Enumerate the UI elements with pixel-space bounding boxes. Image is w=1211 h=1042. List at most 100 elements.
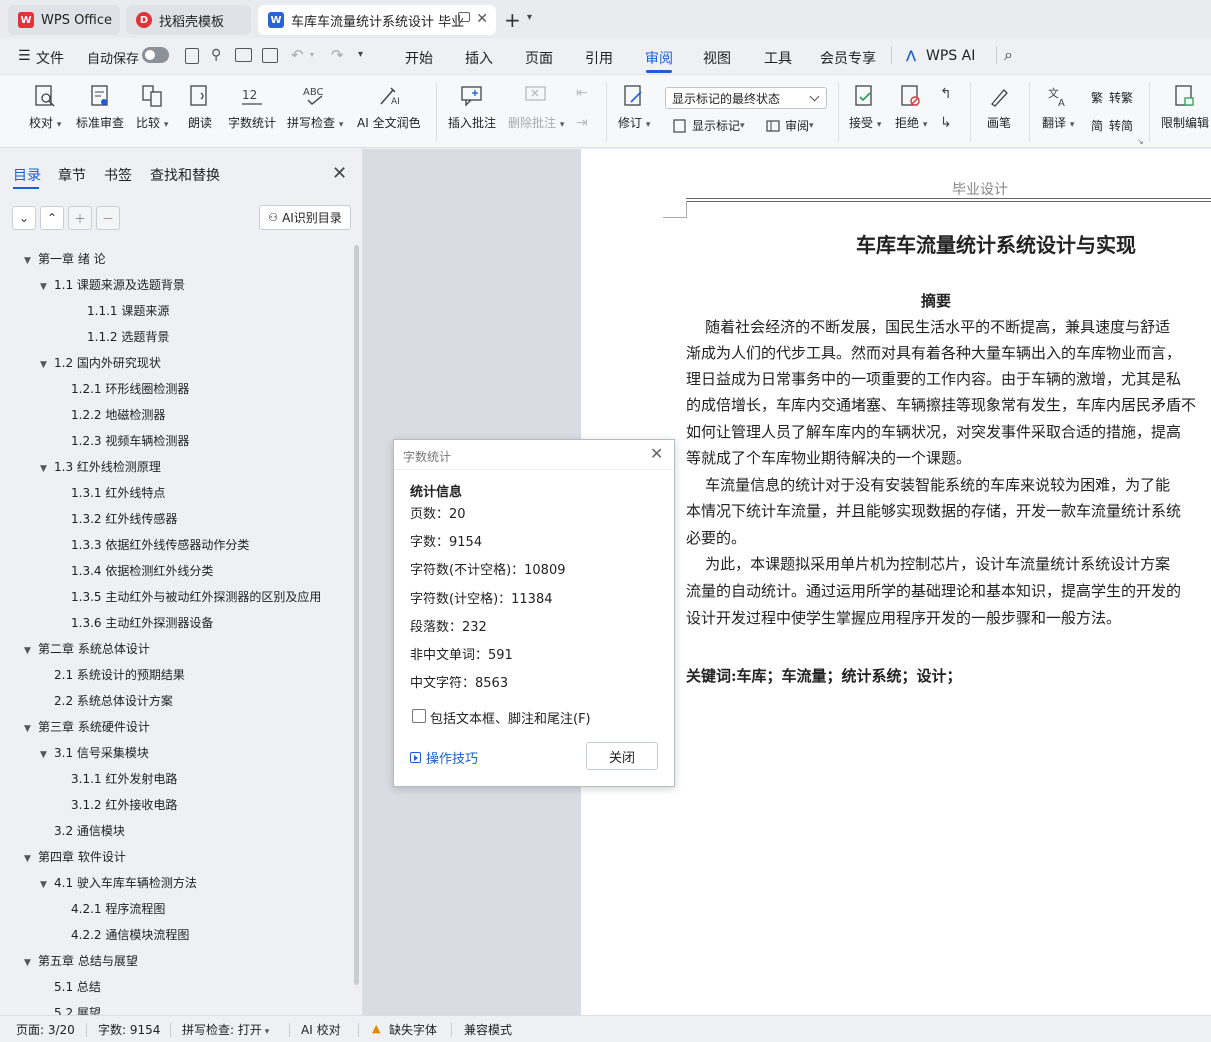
- close-button[interactable]: 关闭: [586, 742, 658, 770]
- include-textbox-label[interactable]: 包括文本框、脚注和尾注(F): [430, 708, 591, 727]
- nav-tab-toc[interactable]: 目录: [13, 165, 41, 185]
- to-simplified-button[interactable]: 简 转简: [1089, 117, 1133, 134]
- group-expand-icon[interactable]: ↘: [1137, 137, 1144, 146]
- toc-scrollbar[interactable]: [354, 245, 359, 985]
- tips-link[interactable]: 操作技巧: [410, 748, 478, 767]
- status-ai-proof[interactable]: AI 校对: [301, 1021, 341, 1038]
- toc-item[interactable]: 3.1.1 红外发射电路: [57, 769, 177, 789]
- ai-toc-button[interactable]: ⚇ AI识别目录: [259, 205, 351, 230]
- reject-button[interactable]: 拒绝: [895, 83, 927, 131]
- menu-file[interactable]: 文件: [36, 48, 64, 68]
- toc-item[interactable]: ▼ 第三章 系统硬件设计: [24, 717, 150, 737]
- review-pane-button[interactable]: 审阅: [765, 117, 814, 134]
- toc-item[interactable]: 1.1.2 选题背景: [73, 327, 169, 347]
- toc-item[interactable]: ▼ 4.1 驶入车库车辆检测方法: [40, 873, 197, 893]
- dialog-titlebar[interactable]: 字数统计 ✕: [394, 440, 674, 470]
- share-icon[interactable]: ⚲: [211, 47, 221, 63]
- print-icon[interactable]: [235, 48, 252, 62]
- track-changes-button[interactable]: 修订: [618, 83, 650, 131]
- nav-tab-find-replace[interactable]: 查找和替换: [150, 165, 220, 185]
- menu-tab-page[interactable]: 页面: [525, 48, 553, 68]
- standard-review-button[interactable]: 标准审查: [76, 83, 124, 131]
- nav-tab-bookmarks[interactable]: 书签: [104, 165, 132, 185]
- redo-icon[interactable]: ↷: [331, 46, 344, 64]
- hamburger-icon[interactable]: ☰: [18, 48, 31, 64]
- toc-item[interactable]: ▼ 第一章 绪 论: [24, 249, 106, 269]
- spell-check-button[interactable]: ABC 拼写检查: [287, 83, 343, 131]
- menu-tab-member[interactable]: 会员专享: [820, 48, 876, 68]
- menu-tab-review[interactable]: 审阅: [645, 48, 673, 68]
- toc-item[interactable]: ▼ 第四章 软件设计: [24, 847, 126, 867]
- close-panel-icon[interactable]: ✕: [332, 163, 347, 184]
- nav-tab-sections[interactable]: 章节: [58, 165, 86, 185]
- previous-change-icon[interactable]: ↰: [940, 86, 952, 102]
- toc-item[interactable]: 1.3.5 主动红外与被动红外探测器的区别及应用: [57, 587, 321, 607]
- toc-item[interactable]: 3.1.2 红外接收电路: [57, 795, 177, 815]
- search-icon[interactable]: ⌕: [1004, 45, 1013, 65]
- toc-item[interactable]: ▼ 第五章 总结与展望: [24, 951, 138, 971]
- to-traditional-button[interactable]: 繁 转繁: [1089, 89, 1133, 106]
- ai-polish-button[interactable]: AI AI 全文润色: [357, 83, 421, 131]
- undo-dropdown-icon[interactable]: ▾: [310, 50, 314, 59]
- toc-item[interactable]: ▼ 1.3 红外线检测原理: [40, 457, 161, 477]
- proofread-button[interactable]: 校对: [29, 83, 61, 131]
- tab-list-chevron-icon[interactable]: ▾: [527, 12, 532, 23]
- status-page[interactable]: 页面: 3/20: [16, 1021, 75, 1038]
- translate-button[interactable]: 文A 翻译: [1042, 83, 1074, 131]
- toc-item[interactable]: 4.2.1 程序流程图: [57, 899, 165, 919]
- menu-wps-ai[interactable]: WPS AI: [926, 48, 975, 64]
- toc-item[interactable]: ▼ 第二章 系统总体设计: [24, 639, 150, 659]
- expand-triangle-icon[interactable]: ▼: [40, 875, 54, 895]
- new-tab-button[interactable]: +: [504, 8, 521, 32]
- toc-item[interactable]: 5.1 总结: [40, 977, 101, 997]
- status-missing-font[interactable]: 缺失字体: [389, 1021, 437, 1038]
- save-icon[interactable]: [185, 48, 199, 64]
- next-comment-icon[interactable]: ⇥: [576, 115, 588, 131]
- more-chevron-icon[interactable]: ▾: [358, 49, 363, 60]
- menu-tab-home[interactable]: 开始: [405, 48, 433, 68]
- remove-toc-button[interactable]: －: [96, 206, 120, 230]
- toc-item[interactable]: 2.1 系统设计的预期结果: [40, 665, 185, 685]
- toc-item[interactable]: 1.3.4 依据检测红外线分类: [57, 561, 213, 581]
- menu-tab-references[interactable]: 引用: [585, 48, 613, 68]
- show-markup-button[interactable]: 显示标记: [672, 117, 745, 134]
- tab-document[interactable]: W 车库车流量统计系统设计 毕业 ✕: [258, 5, 496, 35]
- menu-tab-insert[interactable]: 插入: [465, 48, 493, 68]
- expand-triangle-icon[interactable]: ▼: [24, 719, 38, 739]
- toc-item[interactable]: 1.3.1 红外线特点: [57, 483, 165, 503]
- expand-triangle-icon[interactable]: ▼: [40, 459, 54, 479]
- tab-docer-template[interactable]: D 找稻壳模板: [126, 5, 251, 35]
- expand-triangle-icon[interactable]: ▼: [24, 251, 38, 271]
- toc-item[interactable]: ▼ 1.1 课题来源及选题背景: [40, 275, 185, 295]
- read-aloud-button[interactable]: 朗读: [187, 83, 213, 131]
- toc-item[interactable]: 5.2 展望: [40, 1003, 101, 1015]
- monitor-icon[interactable]: [458, 12, 470, 22]
- collapse-up-button[interactable]: ⌃: [40, 206, 64, 230]
- document-page[interactable]: 毕业设计 车库车流量统计系统设计与实现 摘要 随着社会经济的不断发展，国民生活水…: [581, 149, 1211, 1015]
- expand-triangle-icon[interactable]: ▼: [24, 641, 38, 661]
- toc-item[interactable]: 1.1.1 课题来源: [73, 301, 169, 321]
- expand-triangle-icon[interactable]: ▼: [40, 355, 54, 375]
- markup-display-select[interactable]: 显示标记的最终状态: [665, 87, 827, 109]
- toc-item[interactable]: ▼ 1.2 国内外研究现状: [40, 353, 161, 373]
- expand-triangle-icon[interactable]: ▼: [40, 277, 54, 297]
- toc-item[interactable]: 1.2.2 地磁检测器: [57, 405, 165, 425]
- undo-icon[interactable]: ↶: [291, 46, 304, 64]
- insert-comment-button[interactable]: 插入批注: [448, 83, 496, 131]
- close-tab-icon[interactable]: ✕: [476, 11, 488, 27]
- add-toc-button[interactable]: ＋: [68, 206, 92, 230]
- next-change-icon[interactable]: ↳: [940, 115, 952, 131]
- autosave-toggle[interactable]: [142, 47, 169, 63]
- dialog-close-icon[interactable]: ✕: [650, 444, 663, 463]
- print-preview-icon[interactable]: [262, 48, 278, 63]
- word-count-button[interactable]: 12 字数统计: [228, 83, 276, 131]
- toc-item[interactable]: ▼ 3.1 信号采集模块: [40, 743, 149, 763]
- include-textbox-checkbox[interactable]: [412, 709, 426, 723]
- toc-item[interactable]: 1.3.6 主动红外探测器设备: [57, 613, 213, 633]
- toc-item[interactable]: 1.3.2 红外线传感器: [57, 509, 177, 529]
- toc-item[interactable]: 3.2 通信模块: [40, 821, 125, 841]
- toc-item[interactable]: 2.2 系统总体设计方案: [40, 691, 173, 711]
- accept-button[interactable]: 接受: [849, 83, 881, 131]
- expand-triangle-icon[interactable]: ▼: [24, 953, 38, 973]
- previous-comment-icon[interactable]: ⇤: [576, 85, 588, 101]
